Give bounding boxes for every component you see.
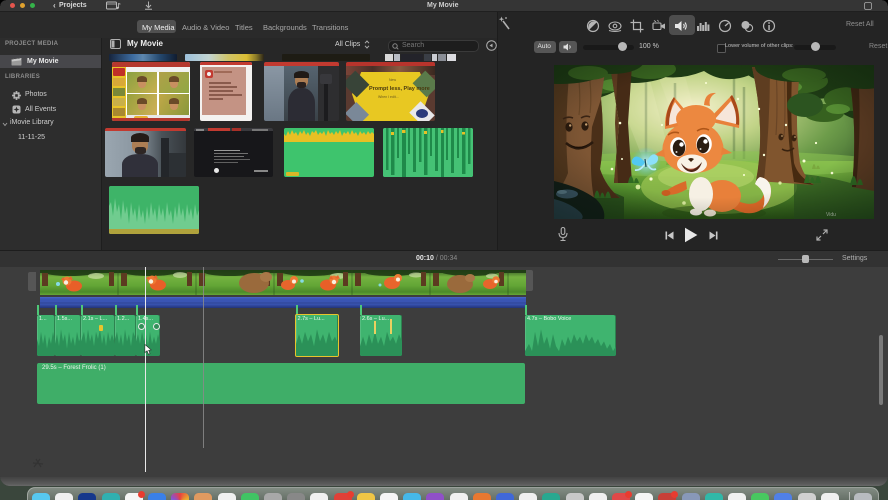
svg-text:Vidu: Vidu	[826, 212, 836, 218]
